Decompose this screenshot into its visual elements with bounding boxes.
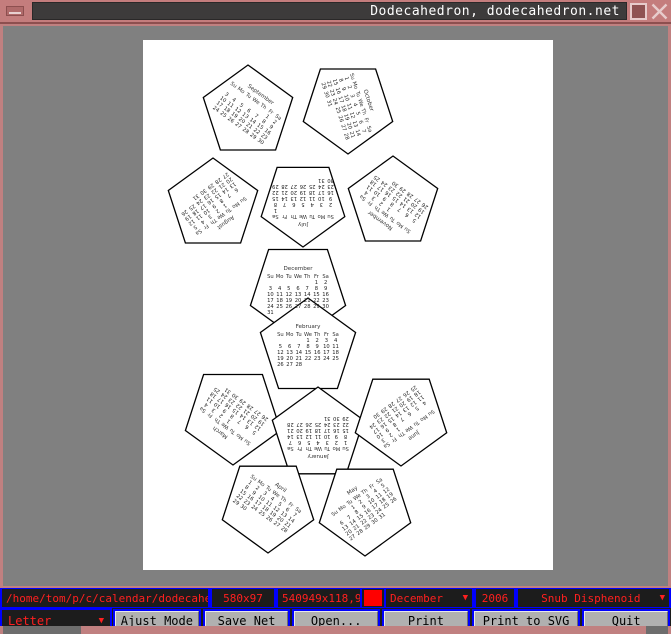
- weekday-header: Tu: [309, 213, 316, 219]
- pentagon-face-october[interactable]: [302, 68, 394, 155]
- weekday-header: Th: [303, 274, 310, 280]
- calendar-day: 25: [276, 304, 283, 310]
- page-size-field[interactable]: 580x97: [210, 589, 276, 607]
- color-swatch[interactable]: [362, 589, 384, 607]
- calendar-day: 26: [305, 421, 312, 427]
- pentagon-face-june[interactable]: [354, 378, 448, 467]
- weekday-header: Su: [327, 213, 334, 219]
- weekday-header: Mo: [286, 332, 294, 338]
- calendar-day: 29: [342, 415, 349, 421]
- calendar-day: 30: [322, 304, 329, 310]
- close-button[interactable]: [650, 2, 669, 21]
- status-bar: /home/tom/p/c/calendar/dodecahedr 580x97…: [0, 588, 671, 608]
- calendar-day: 25: [315, 421, 322, 427]
- calendar-day: 28: [287, 421, 294, 427]
- calendar-day: 31: [318, 177, 325, 183]
- calendar-day: 28: [295, 362, 302, 368]
- scrollbar-thumb[interactable]: [3, 626, 81, 634]
- year-text: 2006: [481, 591, 509, 605]
- weekday-header: Mo: [318, 213, 326, 219]
- calendar-day: 28: [304, 304, 311, 310]
- calendar-day: 25: [309, 183, 316, 189]
- file-path-field[interactable]: /home/tom/p/c/calendar/dodecahedr: [0, 589, 210, 607]
- chevron-down-icon: ▼: [659, 593, 665, 603]
- weekday-header: Su: [277, 332, 284, 338]
- title-bar-divider: [0, 22, 671, 24]
- calendar-day: 26: [277, 362, 284, 368]
- horizontal-scrollbar[interactable]: [0, 626, 671, 634]
- minimize-icon: [6, 6, 24, 16]
- window-title: Dodecahedron, dodecahedron.net: [370, 3, 620, 19]
- dodecahedron-net[interactable]: SeptemberSuMoTuWeThFrSa12345678910111213…: [143, 40, 553, 570]
- chevron-down-icon: ▼: [98, 616, 104, 626]
- calendar-day: 27: [296, 421, 303, 427]
- title-bar: Dodecahedron, dodecahedron.net: [0, 0, 671, 22]
- application-window: Dodecahedron, dodecahedron.net September…: [0, 0, 671, 634]
- weekday-header: Th: [291, 213, 298, 219]
- file-path-text: /home/tom/p/c/calendar/dodecahedr: [6, 591, 210, 605]
- weekday-header: Mo: [276, 274, 284, 280]
- calendar-day: 26: [285, 304, 292, 310]
- weekday-header: We: [294, 274, 302, 280]
- calendar-day: 27: [286, 362, 293, 368]
- solid-label: Snub Disphenoid: [541, 591, 641, 605]
- calendar-day: 29: [313, 304, 320, 310]
- scrollbar-right-button[interactable]: [646, 626, 668, 634]
- year-field[interactable]: 2006: [474, 589, 516, 607]
- weekday-header: Tu: [285, 274, 292, 280]
- weekday-header: We: [299, 213, 307, 219]
- calendar-day: 31: [267, 310, 274, 316]
- coordinates-text: 540949x118,92: [282, 591, 362, 605]
- month-dropdown[interactable]: December ▼: [384, 589, 474, 607]
- month-title: July: [297, 221, 309, 227]
- calendar-day: 27: [290, 183, 297, 189]
- weekday-header: Tu: [295, 332, 302, 338]
- calendar-day: 24: [323, 356, 330, 362]
- maximize-icon: [630, 2, 647, 20]
- color-swatch-fill: [364, 590, 382, 606]
- calendar-day: 23: [314, 356, 321, 362]
- calendar-day: 28: [281, 183, 288, 189]
- chevron-down-icon: ▼: [462, 593, 468, 603]
- month-title: December: [283, 266, 313, 272]
- weekday-header: Su: [267, 274, 274, 280]
- calendar-day: 26: [300, 183, 307, 189]
- minimize-button[interactable]: [0, 0, 30, 22]
- calendar-day: 31: [324, 415, 331, 421]
- maximize-button[interactable]: [629, 2, 648, 21]
- paper-sheet[interactable]: September Su Mo Tu We Th Fr Sa 1 2 3 4 5 6 7 8 9 10 11 12 13…: [143, 40, 553, 570]
- calendar-day: 22: [305, 356, 312, 362]
- title-bar-text-area: Dodecahedron, dodecahedron.net: [32, 2, 627, 20]
- page-size-text: 580x97: [223, 591, 263, 605]
- coordinates-field[interactable]: 540949x118,92: [276, 589, 362, 607]
- calendar-day: 30: [333, 415, 340, 421]
- calendar-day: 25: [332, 356, 339, 362]
- month-title: January: [307, 453, 330, 459]
- month-title: February: [296, 324, 321, 330]
- calendar-day: 29: [272, 183, 279, 189]
- solid-dropdown[interactable]: Snub Disphenoid ▼: [516, 589, 671, 607]
- calendar-day: 27: [295, 304, 302, 310]
- month-label: December: [390, 591, 443, 605]
- close-icon: [651, 3, 668, 19]
- canvas-area[interactable]: September Su Mo Tu We Th Fr Sa 1 2 3 4 5 6 7 8 9 10 11 12 13…: [3, 26, 668, 586]
- calendar-day: 30: [327, 177, 334, 183]
